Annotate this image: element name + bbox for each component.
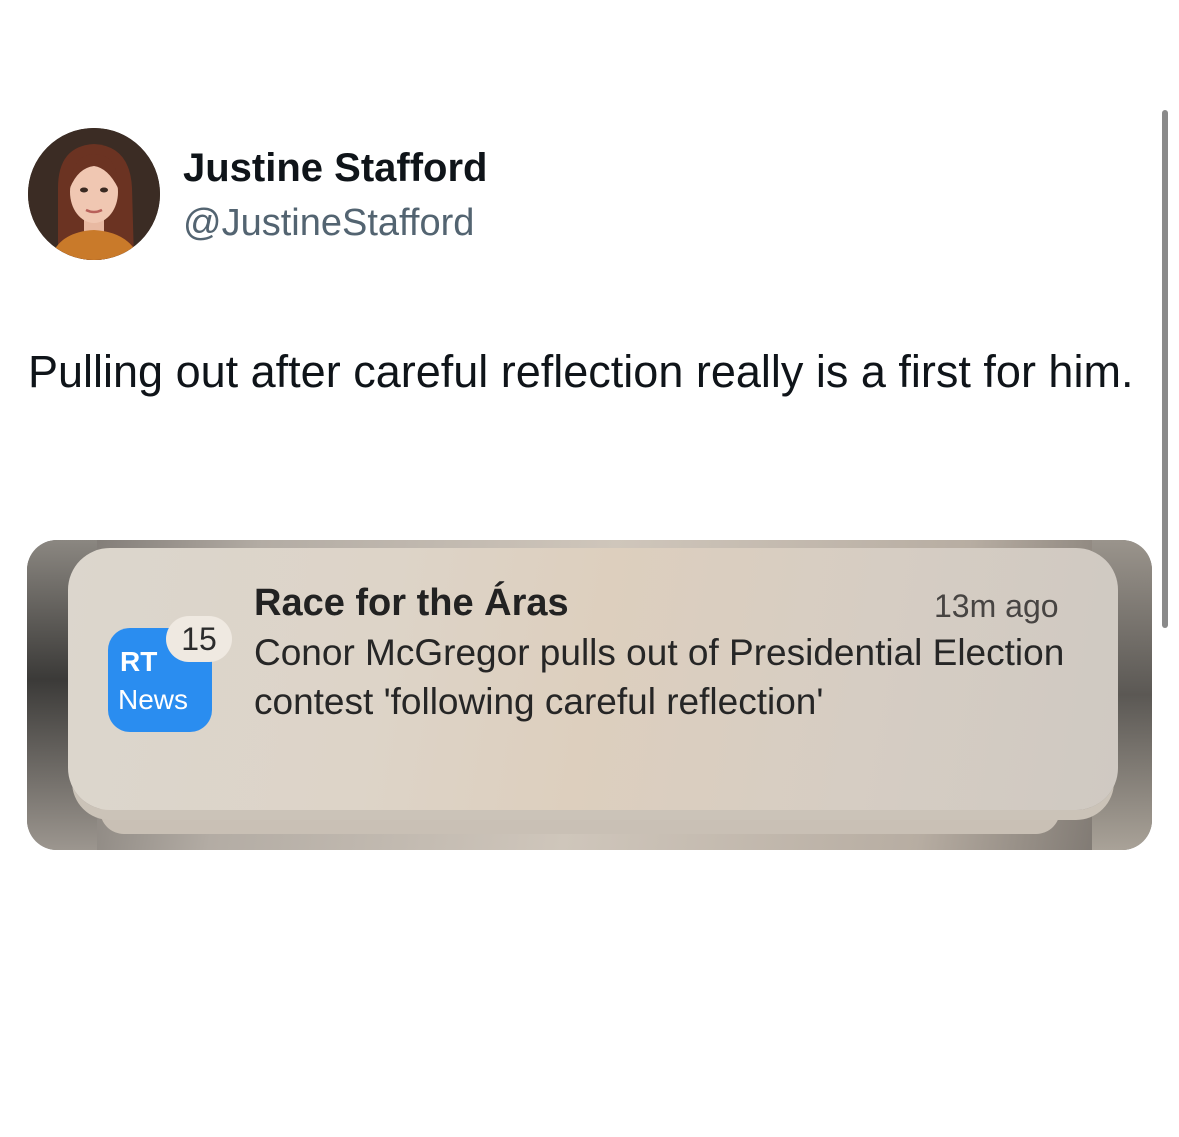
stacked-notification-edge	[100, 806, 1060, 834]
scrollbar[interactable]	[1162, 110, 1168, 628]
tweet-text: Pulling out after careful reflection rea…	[28, 346, 1134, 397]
notification-body: Conor McGregor pulls out of Presidential…	[254, 632, 1065, 722]
notification-title: Race for the Áras	[254, 582, 569, 624]
profile-photo-icon	[28, 128, 160, 260]
avatar[interactable]	[28, 128, 160, 260]
app-icon-label-top: RT	[120, 646, 158, 677]
author-name[interactable]: Justine Stafford	[183, 146, 487, 191]
author-handle[interactable]: @JustineStafford	[183, 202, 474, 245]
app-icon-label-bottom: News	[118, 684, 189, 715]
tweet-screenshot: Justine Stafford @JustineStafford Pullin…	[0, 0, 1179, 1137]
notification-count-badge: 15	[166, 616, 232, 662]
notification-timestamp: 13m ago	[934, 588, 1059, 624]
